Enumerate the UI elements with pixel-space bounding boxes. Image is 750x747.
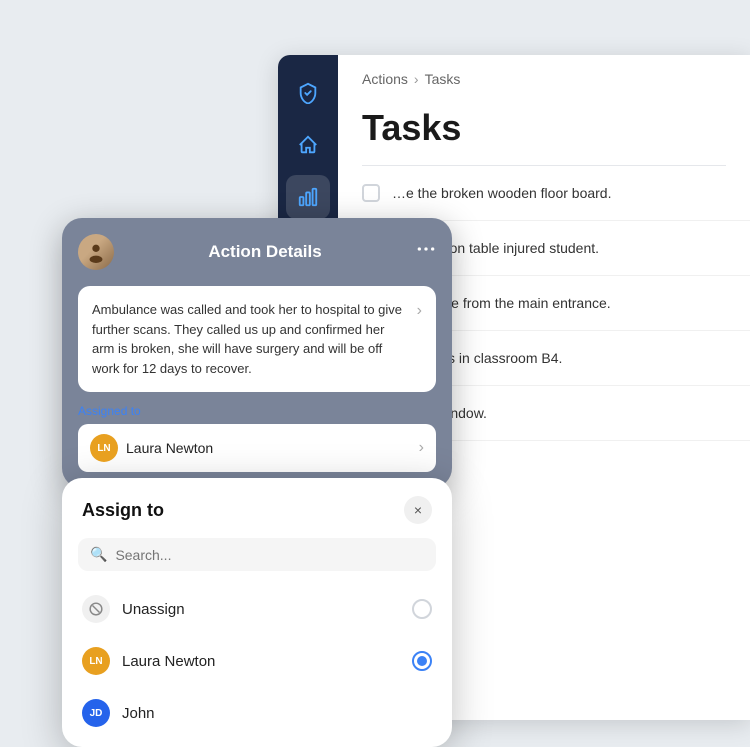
breadcrumb-actions[interactable]: Actions [362, 71, 408, 87]
breadcrumb-separator: › [414, 71, 419, 87]
search-bar: 🔍 [78, 538, 436, 571]
sidebar-item-home[interactable] [286, 123, 330, 167]
mobile-header: Action Details [78, 234, 436, 270]
search-input[interactable] [115, 547, 424, 563]
unassign-radio[interactable] [412, 599, 432, 619]
action-arrow-icon: › [417, 302, 422, 320]
john-initials: JD [90, 708, 103, 719]
avatar-image [78, 234, 114, 270]
task-text-1: …e the broken wooden floor board. [392, 185, 611, 201]
unassign-left: Unassign [82, 595, 185, 623]
mobile-card: Action Details Ambulance was called and … [62, 218, 452, 488]
laura-initials: LN [89, 656, 102, 667]
mobile-overlay: Action Details Ambulance was called and … [62, 218, 452, 747]
action-item-card[interactable]: Ambulance was called and took her to hos… [78, 286, 436, 392]
assignee-info: LN Laura Newton [90, 434, 213, 462]
assignee-name: Laura Newton [126, 440, 213, 456]
assignee-avatar: LN [90, 434, 118, 462]
assign-modal: Assign to × 🔍 Unassign [62, 478, 452, 747]
unassign-item[interactable]: Unassign [62, 583, 452, 635]
laura-name: Laura Newton [122, 653, 215, 670]
close-icon: × [414, 502, 422, 518]
modal-list: Unassign LN Laura Newton JD [62, 583, 452, 747]
sidebar-item-chart[interactable] [286, 175, 330, 219]
task-checkbox-1[interactable] [362, 184, 380, 202]
assignee-arrow-icon: › [419, 439, 424, 457]
assignee-row[interactable]: LN Laura Newton › [78, 424, 436, 472]
task-item-1[interactable]: …e the broken wooden floor board. [338, 166, 750, 221]
assigned-to-label: Assigned to [78, 404, 436, 418]
page-title: Tasks [338, 95, 750, 165]
laura-radio[interactable] [412, 651, 432, 671]
breadcrumb-tasks[interactable]: Tasks [425, 71, 461, 87]
laura-newton-item[interactable]: LN Laura Newton [62, 635, 452, 687]
unassign-label: Unassign [122, 601, 185, 618]
menu-icon[interactable] [416, 239, 436, 265]
search-icon: 🔍 [90, 546, 107, 563]
assignee-initials: LN [97, 443, 110, 454]
modal-title: Assign to [82, 500, 164, 521]
john-item-partial[interactable]: JD John [62, 687, 452, 739]
unassign-icon [82, 595, 110, 623]
john-name: John [122, 705, 155, 722]
modal-close-button[interactable]: × [404, 496, 432, 524]
mobile-title: Action Details [208, 242, 321, 262]
john-avatar: JD [82, 699, 110, 727]
breadcrumb: Actions › Tasks [338, 55, 750, 95]
modal-header: Assign to × [62, 478, 452, 538]
laura-left: LN Laura Newton [82, 647, 215, 675]
assigned-to-section: Assigned to LN Laura Newton › [78, 404, 436, 472]
laura-avatar: LN [82, 647, 110, 675]
radio-selected-indicator [417, 656, 427, 666]
avatar [78, 234, 114, 270]
sidebar-item-shield[interactable] [286, 71, 330, 115]
action-description: Ambulance was called and took her to hos… [92, 300, 409, 378]
